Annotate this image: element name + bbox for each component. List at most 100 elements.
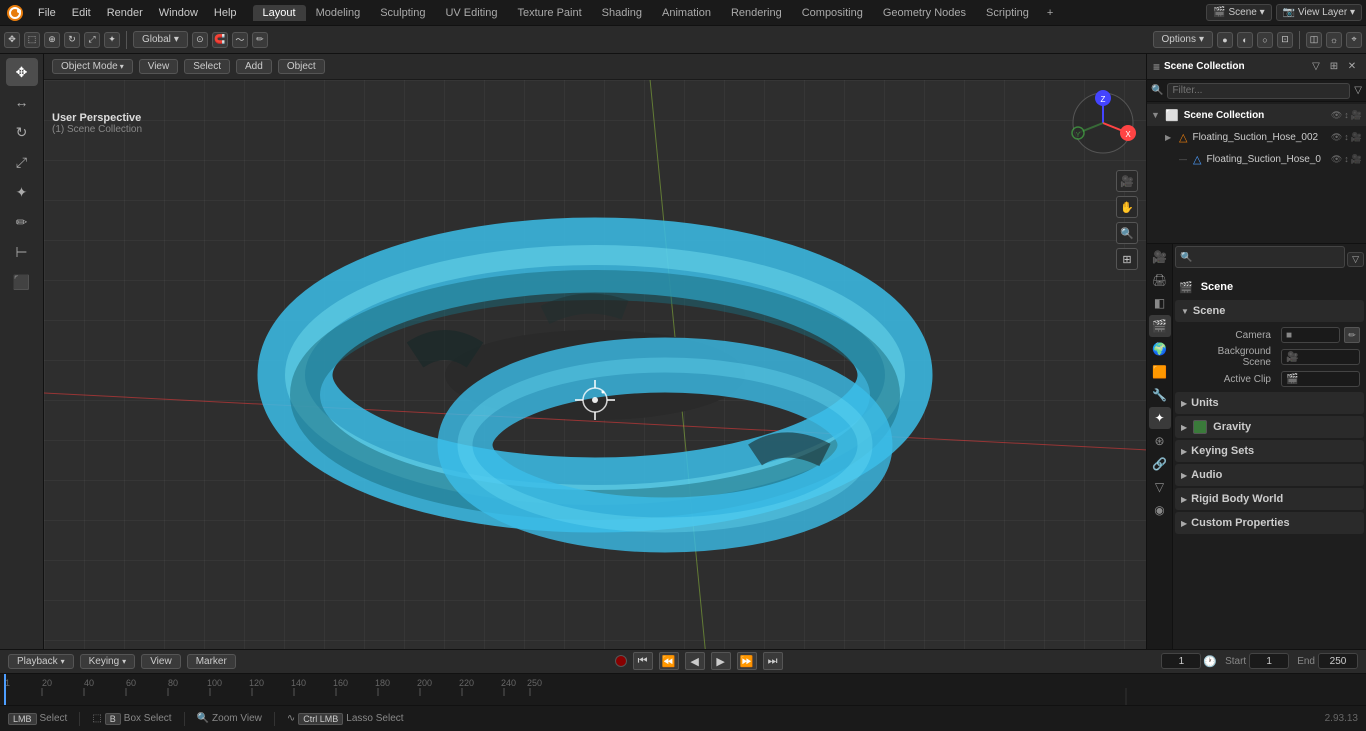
outliner-filter-icon[interactable]: ▽	[1354, 85, 1362, 96]
outliner-item-1[interactable]: — △ Floating_Suction_Hose_0 👁 ↕ 🎥	[1147, 148, 1366, 170]
item0-vis-btn[interactable]: 👁	[1331, 132, 1342, 143]
menu-edit[interactable]: Edit	[64, 5, 99, 21]
viewport-view-menu[interactable]: View	[139, 59, 179, 74]
add-cube-tool[interactable]: ⬛	[6, 268, 38, 296]
workspace-compositing[interactable]: Compositing	[792, 5, 873, 21]
prop-view-layer-btn[interactable]: ◧	[1149, 292, 1171, 314]
prop-object-btn[interactable]: 🟧	[1149, 361, 1171, 383]
background-scene-value[interactable]: 🎥	[1281, 349, 1360, 365]
outliner-filter-btn[interactable]: ▽	[1308, 59, 1324, 75]
gizmo-toggle[interactable]: ⌖	[1346, 32, 1362, 48]
viewport-shading-wireframe[interactable]: ⊡	[1277, 32, 1293, 48]
view-layer-selector[interactable]: 📷 View Layer ▾	[1276, 4, 1362, 21]
item0-rnd-btn[interactable]: 🎥	[1351, 132, 1362, 143]
step-back-btn[interactable]: ⏪	[659, 652, 679, 670]
camera-value[interactable]: ■	[1281, 327, 1340, 343]
viewport-shading-solid[interactable]: ●	[1217, 32, 1233, 48]
transform-sidebar-tool[interactable]: ✦	[6, 178, 38, 206]
properties-search[interactable]	[1175, 246, 1345, 268]
active-clip-value[interactable]: 🎬	[1281, 371, 1360, 387]
annotation-btn[interactable]: ✏	[252, 32, 268, 48]
menu-render[interactable]: Render	[99, 5, 151, 21]
perspective-toggle[interactable]: ⊞	[1116, 248, 1138, 270]
gravity-header[interactable]: ▶ Gravity	[1175, 416, 1364, 438]
record-btn[interactable]	[615, 655, 627, 667]
item1-rnd-btn[interactable]: 🎥	[1351, 154, 1362, 165]
annotate-tool[interactable]: ✏	[6, 208, 38, 236]
hand-tool-btn[interactable]: ✋	[1116, 196, 1138, 218]
restrict-render-btn[interactable]: 🎥	[1351, 110, 1362, 121]
rotate-sidebar-tool[interactable]: ↻	[6, 118, 38, 146]
prop-constraints-btn[interactable]: 🔗	[1149, 453, 1171, 475]
play-btn[interactable]: ▶	[711, 652, 731, 670]
prop-output-btn[interactable]: 🖨	[1149, 269, 1171, 291]
restrict-viewport-btn[interactable]: 👁	[1331, 110, 1342, 121]
prop-physics-btn[interactable]: ⊛	[1149, 430, 1171, 452]
camera-edit-btn[interactable]: ✏	[1344, 327, 1360, 343]
viewport-add-menu[interactable]: Add	[236, 59, 272, 74]
zoom-tool-btn[interactable]: 🔍	[1116, 222, 1138, 244]
start-frame[interactable]: 1	[1249, 653, 1289, 669]
snap-btn[interactable]: 🧲	[212, 32, 228, 48]
xray-toggle[interactable]: ◫	[1306, 32, 1322, 48]
playback-menu[interactable]: Playback ▾	[8, 654, 74, 669]
viewport-object-menu[interactable]: Object	[278, 59, 325, 74]
workspace-uv[interactable]: UV Editing	[435, 5, 507, 21]
proportional-edit[interactable]: ⊙	[192, 32, 208, 48]
measure-tool[interactable]: ⊢	[6, 238, 38, 266]
restrict-select-btn[interactable]: ↕	[1344, 110, 1349, 121]
viewport[interactable]: Object Mode ▾ View Select Add Object Use…	[44, 54, 1146, 649]
step-forward-btn[interactable]: ⏩	[737, 652, 757, 670]
collection-expand[interactable]: ▼	[1151, 110, 1163, 120]
workspace-layout[interactable]: Layout	[253, 5, 306, 21]
item1-expand[interactable]: —	[1179, 155, 1191, 164]
scene-section-header[interactable]: ▼ Scene	[1175, 300, 1364, 322]
graph-btn[interactable]: 〜	[232, 32, 248, 48]
workspace-animation[interactable]: Animation	[652, 5, 721, 21]
cursor-sidebar-tool[interactable]: ✥	[6, 58, 38, 86]
keying-menu[interactable]: Keying ▾	[80, 654, 136, 669]
units-header[interactable]: ▶ Units	[1175, 392, 1364, 414]
rotate-tool[interactable]: ↻	[64, 32, 80, 48]
scene-selector[interactable]: 🎬 Scene ▾	[1206, 4, 1271, 21]
outliner-close-btn[interactable]: ✕	[1344, 59, 1360, 75]
workspace-sculpting[interactable]: Sculpting	[370, 5, 435, 21]
transform-tool[interactable]: ✦	[104, 32, 120, 48]
scale-tool[interactable]: ⤢	[84, 32, 100, 48]
workspace-rendering[interactable]: Rendering	[721, 5, 792, 21]
outliner-display-btn[interactable]: ⊞	[1326, 59, 1342, 75]
prop-modifier-btn[interactable]: 🔧	[1149, 384, 1171, 406]
menu-file[interactable]: File	[30, 5, 64, 21]
camera-view-btn[interactable]: 🎥	[1116, 170, 1138, 192]
outliner-item-0[interactable]: ▶ △ Floating_Suction_Hose_002 👁 ↕ 🎥	[1147, 126, 1366, 148]
audio-header[interactable]: ▶ Audio	[1175, 464, 1364, 486]
prop-particle-btn[interactable]: ✦	[1149, 407, 1171, 429]
scale-sidebar-tool[interactable]: ⤢	[6, 148, 38, 176]
current-frame-display[interactable]: 1	[1161, 653, 1201, 669]
item0-expand[interactable]: ▶	[1165, 133, 1177, 142]
box-select-tool[interactable]: ⬚	[24, 32, 40, 48]
prop-render-btn[interactable]: 🎥	[1149, 246, 1171, 268]
item0-sel-btn[interactable]: ↕	[1344, 132, 1349, 143]
options-btn[interactable]: Options ▾	[1153, 31, 1214, 48]
marker-menu[interactable]: Marker	[187, 654, 236, 669]
play-back-btn[interactable]: ◀	[685, 652, 705, 670]
navigation-gizmo[interactable]: Z X Y	[1068, 88, 1138, 158]
gravity-checkbox[interactable]	[1193, 420, 1207, 434]
workspace-geometry[interactable]: Geometry Nodes	[873, 5, 976, 21]
workspace-shading[interactable]: Shading	[592, 5, 652, 21]
menu-help[interactable]: Help	[206, 5, 245, 21]
item1-vis-btn[interactable]: 👁	[1331, 154, 1342, 165]
prop-scene-btn[interactable]: 🎬	[1149, 315, 1171, 337]
transform-space-btn[interactable]: Global ▾	[133, 31, 188, 48]
workspace-scripting[interactable]: Scripting	[976, 5, 1039, 21]
props-filter-btn[interactable]: ▽	[1347, 252, 1364, 267]
cursor-tool[interactable]: ✥	[4, 32, 20, 48]
viewport-canvas[interactable]: User Perspective (1) Scene Collection	[44, 80, 1146, 649]
workspace-modeling[interactable]: Modeling	[306, 5, 371, 21]
viewport-shading-material[interactable]: ◐	[1237, 32, 1253, 48]
prop-material-btn[interactable]: ◉	[1149, 499, 1171, 521]
move-sidebar-tool[interactable]: ↔	[6, 88, 38, 116]
keying-header[interactable]: ▶ Keying Sets	[1175, 440, 1364, 462]
add-workspace-btn[interactable]: +	[1039, 5, 1061, 21]
